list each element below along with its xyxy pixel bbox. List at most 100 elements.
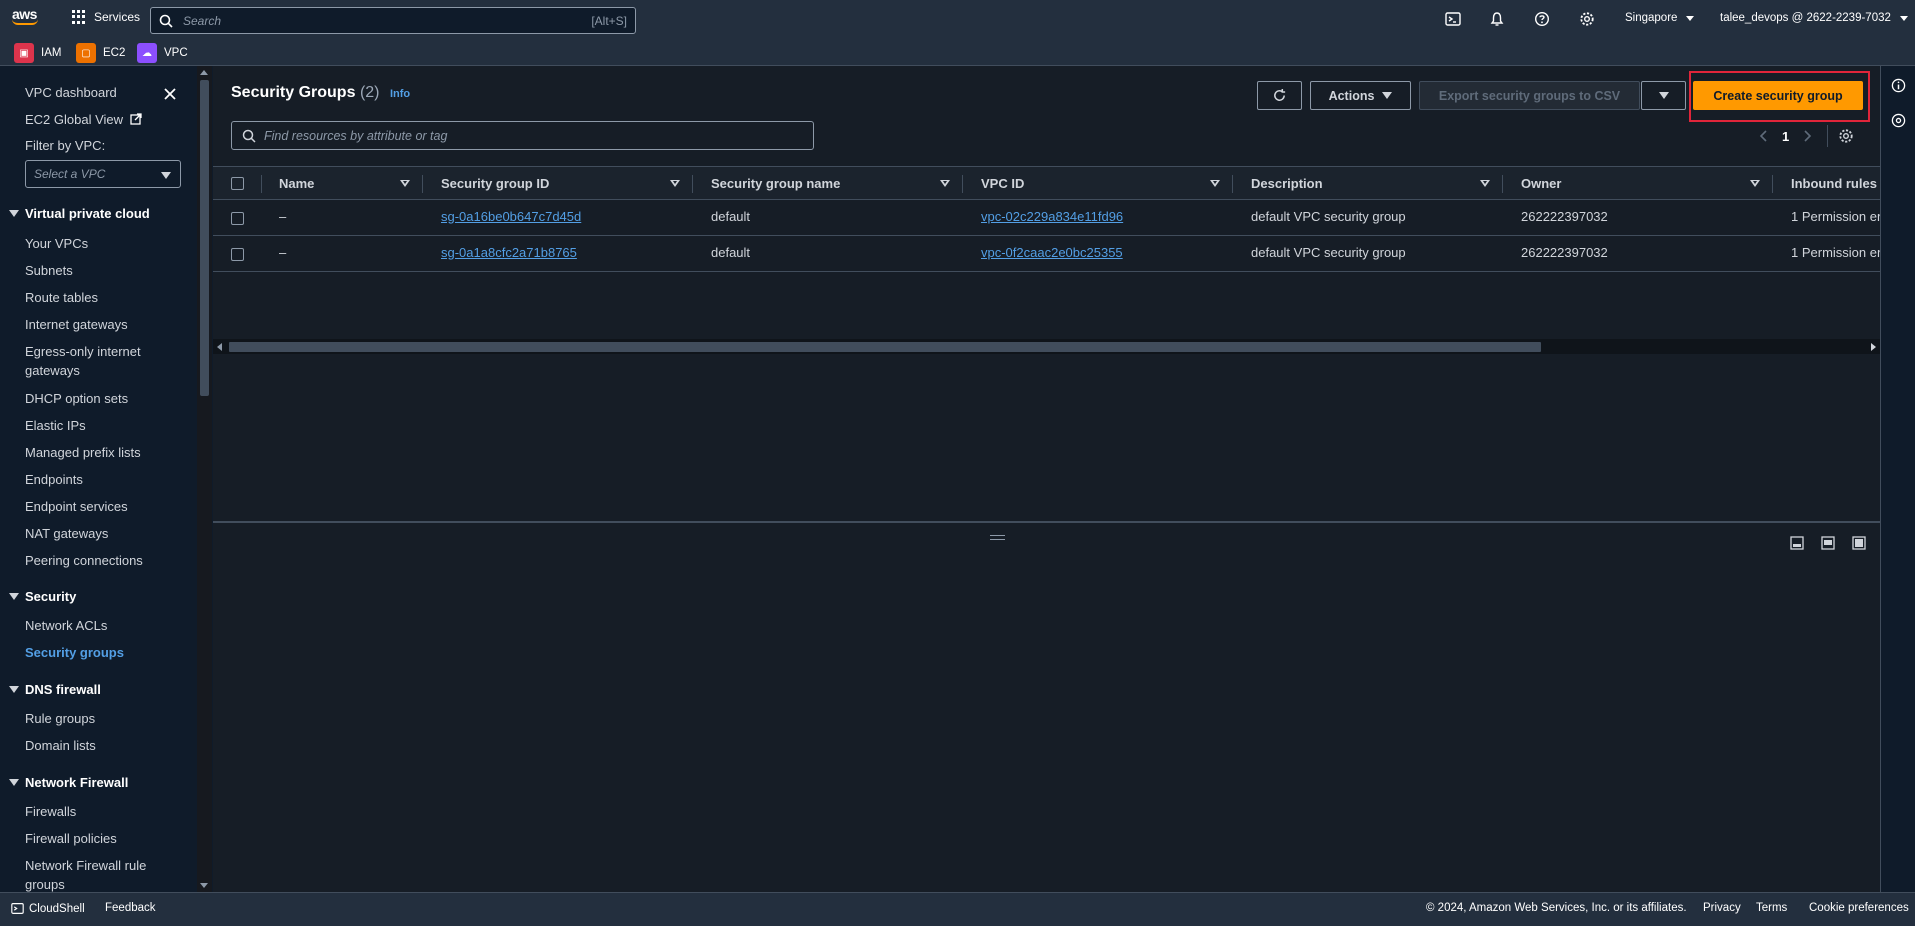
cell-vpc-id[interactable]: vpc-0f2caac2e0bc25355 xyxy=(981,245,1123,260)
global-search-input[interactable]: Search [Alt+S] xyxy=(150,7,636,34)
terms-link[interactable]: Terms xyxy=(1756,902,1787,914)
split-side-icon[interactable] xyxy=(1821,536,1835,550)
column-header-vpc-id[interactable]: VPC ID xyxy=(981,176,1024,191)
account-menu[interactable]: talee_devops @ 2622-2239-7032 xyxy=(1720,12,1909,24)
sidebar-item-endpoint-services[interactable]: Endpoint services xyxy=(25,497,185,516)
resize-handle-icon[interactable] xyxy=(990,535,1005,540)
scroll-up-icon[interactable] xyxy=(200,70,208,75)
section-virtual-private-cloud[interactable]: Virtual private cloud xyxy=(9,206,150,221)
services-menu-button[interactable]: Services xyxy=(72,10,140,24)
row-checkbox[interactable] xyxy=(231,248,244,261)
table-row[interactable]: – sg-0a16be0b647c7d45d default vpc-02c22… xyxy=(213,200,1880,236)
chevron-left-icon[interactable] xyxy=(1758,129,1770,143)
sidebar-item-egress-only-gateways[interactable]: Egress-only internet gateways xyxy=(25,342,150,380)
help-icon[interactable] xyxy=(1534,11,1550,27)
sidebar-item-internet-gateways[interactable]: Internet gateways xyxy=(25,315,185,334)
favorite-ec2[interactable]: ▢ EC2 xyxy=(76,43,125,63)
cell-security-group-id[interactable]: sg-0a16be0b647c7d45d xyxy=(441,209,581,224)
cell-description: default VPC security group xyxy=(1251,245,1406,260)
column-header-name[interactable]: Name xyxy=(279,176,314,191)
account-label: talee_devops @ 2622-2239-7032 xyxy=(1720,12,1891,24)
vpc-filter-placeholder: Select a VPC xyxy=(34,167,106,181)
section-security[interactable]: Security xyxy=(9,589,76,604)
close-icon[interactable] xyxy=(162,86,178,102)
resource-filter-input[interactable]: Find resources by attribute or tag xyxy=(231,121,814,150)
sort-icon[interactable] xyxy=(1750,180,1760,187)
preferences-gear-icon[interactable] xyxy=(1838,128,1854,144)
sidebar-scrollbar[interactable] xyxy=(197,66,212,892)
scrollbar-thumb[interactable] xyxy=(229,342,1541,352)
sort-icon[interactable] xyxy=(1210,180,1220,187)
column-divider xyxy=(261,175,262,193)
favorite-iam[interactable]: ▣ IAM xyxy=(14,43,61,63)
cell-vpc-id[interactable]: vpc-02c229a834e11fd96 xyxy=(981,209,1123,224)
split-off-icon[interactable] xyxy=(1852,536,1866,550)
export-label: Export security groups to CSV xyxy=(1438,88,1621,103)
export-csv-button[interactable]: Export security groups to CSV xyxy=(1419,81,1640,110)
feedback-tools-icon[interactable] xyxy=(1891,113,1906,128)
cell-security-group-id[interactable]: sg-0a1a8cfc2a71b8765 xyxy=(441,245,577,260)
column-header-description[interactable]: Description xyxy=(1251,176,1323,191)
sidebar-item-ec2-global-view[interactable]: EC2 Global View xyxy=(25,110,185,129)
actions-dropdown-button[interactable]: Actions xyxy=(1310,81,1411,110)
section-network-firewall[interactable]: Network Firewall xyxy=(9,775,128,790)
notifications-bell-icon[interactable] xyxy=(1489,11,1505,27)
sidebar-item-rule-groups[interactable]: Rule groups xyxy=(25,709,185,728)
column-header-owner[interactable]: Owner xyxy=(1521,176,1561,191)
sidebar-item-network-acls[interactable]: Network ACLs xyxy=(25,616,185,635)
sidebar-item-security-groups[interactable]: Security groups xyxy=(25,643,185,662)
column-header-security-group-name[interactable]: Security group name xyxy=(711,176,840,191)
info-icon[interactable] xyxy=(1891,78,1906,93)
sidebar-item-domain-lists[interactable]: Domain lists xyxy=(25,736,185,755)
chevron-right-icon[interactable] xyxy=(1801,129,1813,143)
export-options-dropdown[interactable] xyxy=(1641,81,1686,110)
table-header: Name Security group ID Security group na… xyxy=(213,166,1880,200)
scroll-down-icon[interactable] xyxy=(200,883,208,888)
sidebar-item-vpc-dashboard[interactable]: VPC dashboard xyxy=(25,83,185,102)
sidebar-item-firewall-policies[interactable]: Firewall policies xyxy=(25,829,185,848)
sort-icon[interactable] xyxy=(1480,180,1490,187)
sidebar-item-managed-prefix-lists[interactable]: Managed prefix lists xyxy=(25,443,185,462)
table-row[interactable]: – sg-0a1a8cfc2a71b8765 default vpc-0f2ca… xyxy=(213,236,1880,272)
sidebar-item-endpoints[interactable]: Endpoints xyxy=(25,470,185,489)
column-header-security-group-id[interactable]: Security group ID xyxy=(441,176,549,191)
sort-icon[interactable] xyxy=(940,180,950,187)
refresh-button[interactable] xyxy=(1257,81,1302,110)
sidebar-item-firewalls[interactable]: Firewalls xyxy=(25,802,185,821)
feedback-link[interactable]: Feedback xyxy=(105,902,156,914)
sidebar-item-network-firewall-rule-groups[interactable]: Network Firewall rule groups xyxy=(25,856,155,894)
scroll-right-icon[interactable] xyxy=(1871,343,1876,351)
scroll-left-icon[interactable] xyxy=(217,343,222,351)
sort-icon[interactable] xyxy=(400,180,410,187)
settings-gear-icon[interactable] xyxy=(1579,11,1595,27)
row-checkbox[interactable] xyxy=(231,212,244,225)
privacy-link[interactable]: Privacy xyxy=(1703,902,1741,914)
sort-icon[interactable] xyxy=(670,180,680,187)
sidebar-item-dhcp-option-sets[interactable]: DHCP option sets xyxy=(25,389,185,408)
sidebar-item-nat-gateways[interactable]: NAT gateways xyxy=(25,524,185,543)
column-header-inbound-rules[interactable]: Inbound rules c xyxy=(1791,176,1880,191)
table-horizontal-scrollbar[interactable] xyxy=(213,339,1880,354)
section-label: Virtual private cloud xyxy=(25,206,150,221)
aws-logo[interactable]: aws xyxy=(12,7,42,33)
vpc-filter-select[interactable]: Select a VPC xyxy=(25,160,181,188)
filter-by-vpc-label: Filter by VPC: xyxy=(25,138,106,153)
split-bottom-icon[interactable] xyxy=(1790,536,1804,550)
cloudshell-icon[interactable] xyxy=(1445,11,1461,27)
favorite-vpc[interactable]: ☁ VPC xyxy=(137,43,188,63)
region-selector[interactable]: Singapore xyxy=(1625,12,1694,24)
section-dns-firewall[interactable]: DNS firewall xyxy=(9,682,101,697)
column-divider xyxy=(1502,175,1503,193)
info-link[interactable]: Info xyxy=(390,88,410,100)
cloudshell-button[interactable]: CloudShell xyxy=(11,902,85,915)
sidebar-item-subnets[interactable]: Subnets xyxy=(25,261,185,280)
sidebar-item-route-tables[interactable]: Route tables xyxy=(25,288,185,307)
current-page[interactable]: 1 xyxy=(1782,129,1789,144)
sidebar-item-peering-connections[interactable]: Peering connections xyxy=(25,551,185,570)
sidebar-item-elastic-ips[interactable]: Elastic IPs xyxy=(25,416,185,435)
cookie-preferences-link[interactable]: Cookie preferences xyxy=(1809,902,1909,914)
select-all-checkbox[interactable] xyxy=(231,177,244,190)
scrollbar-thumb[interactable] xyxy=(200,80,209,396)
sidebar-item-your-vpcs[interactable]: Your VPCs xyxy=(25,234,185,253)
page-title-text: Security Groups xyxy=(231,84,356,101)
